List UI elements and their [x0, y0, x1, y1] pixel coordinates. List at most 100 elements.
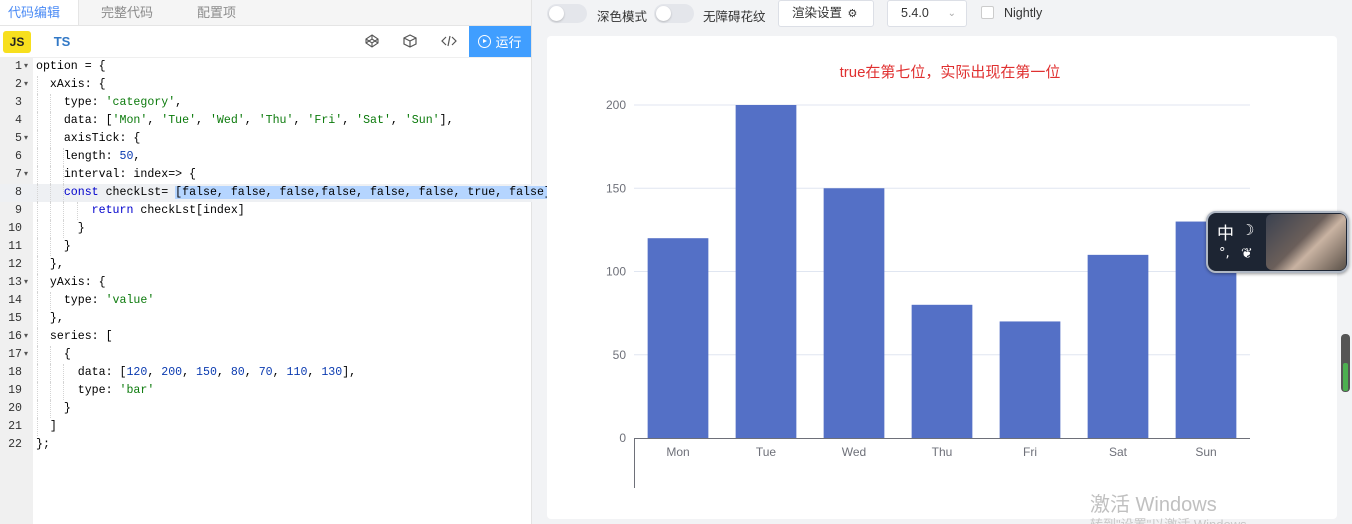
windows-activation-hint: 转到"设置"以激活 Windows。 [1090, 514, 1260, 524]
line-number: 21 [8, 420, 22, 433]
code-text: }, [36, 256, 64, 274]
code-token: series: [ [36, 330, 113, 343]
code-line[interactable]: 21 ] [0, 418, 532, 436]
line-number: 15 [8, 312, 22, 325]
code-line[interactable]: 8 const checkLst= [false, false, false,f… [0, 184, 551, 202]
code-line[interactable]: 6 length: 50, [0, 148, 532, 166]
code-line[interactable]: 11 } [0, 238, 532, 256]
ime-floating-widget[interactable]: 中 ☽ °, ❦ [1206, 211, 1349, 273]
code-line[interactable]: 19 type: 'bar' [0, 382, 532, 400]
code-token: 'Sat' [356, 114, 391, 127]
run-button[interactable]: 运行 [469, 26, 531, 57]
code-token: ] [36, 420, 57, 433]
code-token: ], [439, 114, 454, 127]
line-number: 22 [8, 438, 22, 451]
line-number: 16 [8, 330, 22, 343]
y-tick-label: 200 [606, 98, 626, 112]
tab-code-edit[interactable]: 代码编辑 [0, 0, 80, 25]
x-tick-label: Sun [1195, 445, 1216, 459]
code-token: yAxis: { [36, 276, 106, 289]
code-text: length: 50, [36, 148, 141, 166]
code-text: const checkLst= [false, false, false,fal… [36, 184, 551, 202]
render-settings-label: 渲染设置 [792, 6, 843, 20]
code-line[interactable]: 20 } [0, 400, 532, 418]
ts-toggle[interactable]: TS [48, 31, 76, 53]
line-number: 10 [8, 222, 22, 235]
code-text: series: [ [36, 328, 113, 346]
code-token: , [244, 114, 259, 127]
code-line[interactable]: 12 }, [0, 256, 532, 274]
codepen-icon[interactable] [364, 34, 380, 50]
bar [735, 105, 797, 438]
code-line[interactable]: 7 ▾ interval: index=> { [0, 166, 532, 184]
code-token: 'bar' [119, 384, 155, 397]
fold-arrow-icon[interactable]: ▾ [24, 76, 28, 94]
code-line[interactable]: 5 ▾ axisTick: { [0, 130, 532, 148]
js-toggle[interactable]: JS [3, 30, 31, 53]
run-button-label: 运行 [495, 35, 522, 50]
fold-arrow-icon[interactable]: ▾ [24, 328, 28, 346]
code-editor[interactable]: 1 ▾ option = {2 ▾ xAxis: {3 type: 'category… [0, 58, 551, 524]
nightly-checkbox[interactable] [981, 6, 994, 19]
tab-config[interactable]: 配置项 [175, 0, 258, 25]
app-root: 代码编辑 完整代码 配置项 JS TS 运行 1 ▾ option = {2 ▾ xA… [0, 0, 1352, 524]
moon-icon: ☽ [1241, 221, 1255, 239]
render-settings-button[interactable]: 渲染设置 ⚙ [778, 0, 874, 27]
code-line[interactable]: 22}; [0, 436, 532, 454]
code-text: axisTick: { [36, 130, 141, 148]
line-number: 7 [15, 168, 22, 181]
code-text: data: [120, 200, 150, 80, 70, 110, 130], [36, 364, 356, 382]
code-token: xAxis: { [36, 78, 106, 91]
bar-chart: true在第七位，实际出现在第一位 0 50 100 150 200 Mon Tue Wed Th… [606, 63, 1250, 488]
editor-panel: 代码编辑 完整代码 配置项 JS TS 运行 1 ▾ option = {2 ▾ xA… [0, 0, 551, 524]
bar [647, 238, 709, 438]
play-icon [478, 35, 492, 48]
fold-arrow-icon[interactable]: ▾ [24, 346, 28, 364]
line-number: 6 [15, 150, 22, 163]
x-tick-label: Mon [666, 445, 689, 459]
code-line[interactable]: 10 } [0, 220, 532, 238]
aria-decal-toggle[interactable] [654, 4, 694, 23]
code-token: data: [ [36, 366, 127, 379]
code-line[interactable]: 17 ▾ { [0, 346, 532, 364]
code-token: , [147, 366, 162, 379]
codesandbox-icon[interactable] [402, 34, 418, 50]
code-line[interactable]: 18 data: [120, 200, 150, 80, 70, 110, 13… [0, 364, 532, 382]
code-token: axisTick: { [36, 132, 141, 145]
code-token: 'Tue' [161, 114, 197, 127]
code-line[interactable]: 9 return checkLst[index] [0, 202, 532, 220]
windows-activation-watermark: 激活 Windows [1090, 494, 1217, 516]
tab-full-code[interactable]: 完整代码 [79, 0, 175, 25]
code-token: 200 [161, 366, 183, 379]
code-line[interactable]: 1 ▾ option = { [0, 58, 532, 76]
x-tick-label: Wed [842, 445, 866, 459]
fold-arrow-icon[interactable]: ▾ [24, 58, 28, 76]
chart-container: true在第七位，实际出现在第一位 0 50 100 150 200 Mon Tue Wed Th… [547, 36, 1337, 519]
preview-toolbar: 深色模式 无障碍花纹 渲染设置 ⚙ 5.4.0 ⌄ Nightly [533, 0, 1352, 27]
version-select[interactable]: 5.4.0 ⌄ [887, 0, 967, 27]
code-line[interactable]: 4 data: ['Mon', 'Tue', 'Wed', 'Thu', 'Fr… [0, 112, 532, 130]
code-line[interactable]: 2 ▾ xAxis: { [0, 76, 532, 94]
line-number: 14 [8, 294, 22, 307]
embed-code-icon[interactable] [441, 34, 457, 50]
code-line[interactable]: 14 type: 'value' [0, 292, 532, 310]
code-token: , [272, 366, 287, 379]
code-line[interactable]: 13 ▾ yAxis: { [0, 274, 532, 292]
code-line[interactable]: 3 type: 'category', [0, 94, 532, 112]
fold-arrow-icon[interactable]: ▾ [24, 130, 28, 148]
code-line[interactable]: 15 }, [0, 310, 532, 328]
code-token: , [216, 366, 231, 379]
code-token: 'Thu' [258, 114, 294, 127]
code-line[interactable]: 16 ▾ series: [ [0, 328, 532, 346]
fold-arrow-icon[interactable]: ▾ [24, 274, 28, 292]
line-number: 13 [8, 276, 22, 289]
code-token: 70 [258, 366, 273, 379]
code-text: interval: index=> { [36, 166, 196, 184]
code-token: , [342, 114, 357, 127]
dark-mode-toggle[interactable] [547, 4, 587, 23]
fold-arrow-icon[interactable]: ▾ [24, 166, 28, 184]
y-tick-label: 100 [606, 265, 626, 279]
code-token: 50 [119, 150, 134, 163]
code-token: 'Mon' [112, 114, 148, 127]
code-token: ], [342, 366, 357, 379]
